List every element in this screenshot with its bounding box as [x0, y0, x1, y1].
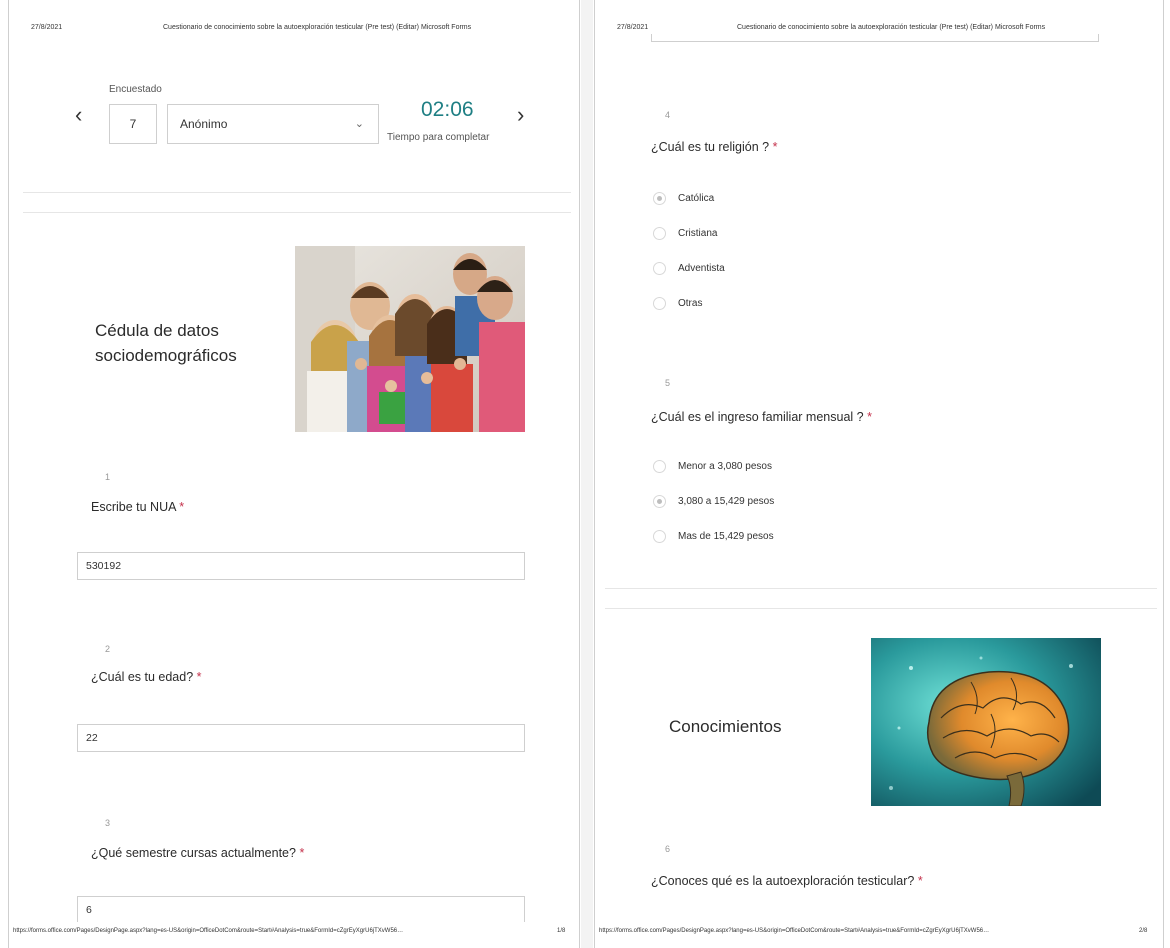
- footer-url: https://forms.office.com/Pages/DesignPag…: [599, 928, 990, 934]
- respondent-number[interactable]: 7: [109, 104, 157, 144]
- students-photo: [295, 246, 525, 432]
- radio-icon: [653, 262, 666, 275]
- radio-selected-icon: [653, 192, 666, 205]
- radio-icon: [653, 460, 666, 473]
- divider: [605, 608, 1157, 609]
- respondent-select[interactable]: Anónimo ⌄: [167, 104, 379, 144]
- question-title: ¿Conoces qué es la autoexploración testi…: [651, 874, 923, 888]
- divider: [23, 212, 571, 213]
- answer-field[interactable]: 6: [77, 896, 525, 922]
- question-title: Escribe tu NUA *: [91, 500, 185, 514]
- chevron-left-icon[interactable]: ‹: [75, 104, 82, 126]
- print-page-2: 27/8/2021 Cuestionario de conocimiento s…: [594, 0, 1164, 948]
- footer-page-number: 1/8: [557, 928, 566, 934]
- page-gap: [581, 0, 593, 948]
- option-adventista[interactable]: Adventista: [653, 262, 725, 275]
- option-otras[interactable]: Otras: [653, 297, 702, 310]
- question-number: 3: [105, 818, 111, 828]
- completion-time-label: Tiempo para completar: [387, 132, 490, 143]
- option-cristiana[interactable]: Cristiana: [653, 227, 717, 240]
- question-number: 6: [665, 844, 671, 854]
- option-menor-3080[interactable]: Menor a 3,080 pesos: [653, 460, 772, 473]
- question-title: ¿Cuál es el ingreso familiar mensual ? *: [651, 410, 872, 424]
- divider: [605, 588, 1157, 589]
- print-page-1: 27/8/2021 Cuestionario de conocimiento s…: [8, 0, 580, 948]
- respondent-label: Encuestado: [109, 84, 162, 95]
- footer-url: https://forms.office.com/Pages/DesignPag…: [13, 928, 404, 934]
- question-number: 4: [665, 110, 671, 120]
- question-title: ¿Cuál es tu edad? *: [91, 670, 202, 684]
- brain-image: [871, 638, 1101, 806]
- option-3080-15429[interactable]: 3,080 a 15,429 pesos: [653, 495, 774, 508]
- radio-icon: [653, 297, 666, 310]
- question-number: 2: [105, 644, 111, 654]
- divider: [23, 192, 571, 193]
- answer-field[interactable]: 530192: [77, 552, 525, 580]
- question-number: 1: [105, 472, 111, 482]
- answer-field[interactable]: 22: [77, 724, 525, 752]
- radio-selected-icon: [653, 495, 666, 508]
- respondent-name: Anónimo: [180, 117, 228, 131]
- question-number: 5: [665, 378, 671, 388]
- option-mas-15429[interactable]: Mas de 15,429 pesos: [653, 530, 774, 543]
- radio-icon: [653, 227, 666, 240]
- radio-icon: [653, 530, 666, 543]
- header-date: 27/8/2021: [617, 24, 649, 31]
- question-title: ¿Qué semestre cursas actualmente? *: [91, 846, 305, 860]
- option-catolica[interactable]: Católica: [653, 192, 714, 205]
- answer-field-continued: [651, 34, 1099, 42]
- section-title-demographics: Cédula de datos sociodemográficos: [95, 321, 237, 365]
- completion-time: 02:06: [421, 98, 474, 121]
- header-title: Cuestionario de conocimiento sobre la au…: [163, 24, 472, 31]
- question-title: ¿Cuál es tu religión ? *: [651, 140, 778, 154]
- footer-page-number: 2/8: [1139, 928, 1148, 934]
- chevron-down-icon: ⌄: [354, 118, 364, 130]
- section-title-knowledge: Conocimientos: [669, 717, 782, 736]
- header-date: 27/8/2021: [31, 24, 63, 31]
- header-title: Cuestionario de conocimiento sobre la au…: [737, 24, 1046, 31]
- chevron-right-icon[interactable]: ›: [517, 104, 524, 126]
